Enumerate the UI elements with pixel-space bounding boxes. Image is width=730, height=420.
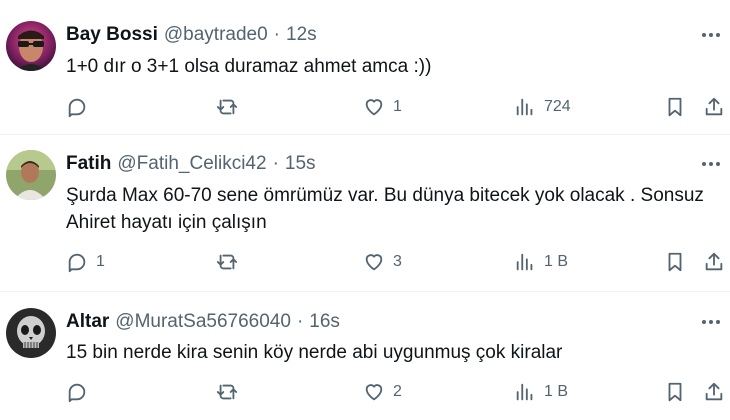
views-count: 724 — [544, 98, 571, 115]
bookmark-icon — [668, 382, 682, 402]
tweet-actions: 1 724 — [66, 93, 730, 121]
timestamp[interactable]: 15s — [285, 153, 316, 175]
more-options-icon[interactable] — [700, 153, 722, 175]
author-handle[interactable]: @MuratSa56766040 — [115, 311, 291, 333]
tweet-feed: Bay Bossi @baytrade0 · 12s 1+0 dır o 3+1… — [0, 0, 730, 420]
retweet-icon — [216, 254, 238, 270]
reply-icon — [68, 383, 86, 403]
bookmark-button[interactable] — [664, 248, 686, 276]
timestamp[interactable]: 12s — [286, 24, 317, 46]
avatar[interactable] — [6, 308, 56, 358]
share-button[interactable] — [703, 378, 725, 406]
share-icon — [705, 382, 723, 401]
tweet-header: Fatih @Fatih_Celikci42 · 15s — [66, 151, 710, 177]
heart-icon — [365, 254, 383, 271]
tweet[interactable]: Bay Bossi @baytrade0 · 12s 1+0 dır o 3+1… — [0, 0, 730, 135]
retweet-button[interactable] — [216, 93, 246, 121]
tweet-text: 1+0 dır o 3+1 olsa duramaz ahmet amca :)… — [66, 56, 432, 77]
reply-button[interactable] — [66, 378, 96, 406]
like-count: 2 — [393, 383, 402, 400]
tweet[interactable]: Altar @MuratSa56766040 · 16s 15 bin nerd… — [0, 292, 730, 420]
retweet-icon — [216, 384, 238, 400]
share-icon — [705, 252, 723, 271]
views-button[interactable]: 1 B — [514, 378, 568, 406]
timestamp[interactable]: 16s — [309, 311, 340, 333]
views-count: 1 B — [544, 383, 569, 400]
analytics-icon — [516, 98, 533, 116]
bookmark-button[interactable] — [664, 93, 686, 121]
retweet-button[interactable] — [216, 378, 246, 406]
reply-button[interactable]: 1 — [66, 248, 105, 276]
retweet-button[interactable] — [216, 248, 246, 276]
like-count: 1 — [393, 98, 402, 115]
reply-icon — [68, 98, 86, 118]
author-name[interactable]: Bay Bossi — [66, 24, 158, 46]
reply-button[interactable] — [66, 93, 96, 121]
share-button[interactable] — [703, 93, 725, 121]
reply-count: 1 — [96, 253, 105, 270]
more-options-icon[interactable] — [700, 24, 722, 46]
author-handle[interactable]: @Fatih_Celikci42 — [117, 153, 266, 175]
views-button[interactable]: 1 B — [514, 248, 568, 276]
like-button[interactable]: 2 — [363, 378, 402, 406]
author-name[interactable]: Altar — [66, 311, 109, 333]
analytics-icon — [516, 253, 533, 271]
separator-dot: · — [296, 311, 304, 332]
heart-icon — [365, 384, 383, 401]
tweet[interactable]: Fatih @Fatih_Celikci42 · 15s Şurda Max 6… — [0, 135, 730, 292]
bookmark-button[interactable] — [664, 378, 686, 406]
share-icon — [705, 97, 723, 116]
heart-icon — [365, 99, 383, 116]
reply-icon — [68, 253, 86, 273]
views-count: 1 B — [544, 253, 569, 270]
tweet-text: 15 bin nerde kira senin köy nerde abi uy… — [66, 342, 563, 363]
bookmark-icon — [668, 97, 682, 117]
more-options-icon[interactable] — [700, 311, 722, 333]
views-button[interactable]: 724 — [514, 93, 571, 121]
tweet-text: Şurda Max 60-70 sene ömrümüz var. Bu dün… — [66, 185, 704, 233]
like-button[interactable]: 3 — [363, 248, 402, 276]
tweet-header: Altar @MuratSa56766040 · 16s — [66, 309, 710, 335]
share-button[interactable] — [703, 248, 725, 276]
like-count: 3 — [393, 253, 402, 270]
tweet-header: Bay Bossi @baytrade0 · 12s — [66, 22, 710, 48]
like-button[interactable]: 1 — [363, 93, 402, 121]
author-name[interactable]: Fatih — [66, 153, 111, 175]
avatar[interactable] — [6, 150, 56, 200]
tweet-actions: 1 3 1 B — [66, 248, 730, 276]
tweet-actions: 2 1 B — [66, 378, 730, 406]
avatar[interactable] — [6, 21, 56, 71]
separator-dot: · — [272, 153, 279, 174]
retweet-icon — [216, 99, 238, 115]
bookmark-icon — [668, 252, 682, 272]
separator-dot: · — [273, 24, 280, 45]
analytics-icon — [516, 383, 533, 401]
author-handle[interactable]: @baytrade0 — [164, 24, 268, 46]
